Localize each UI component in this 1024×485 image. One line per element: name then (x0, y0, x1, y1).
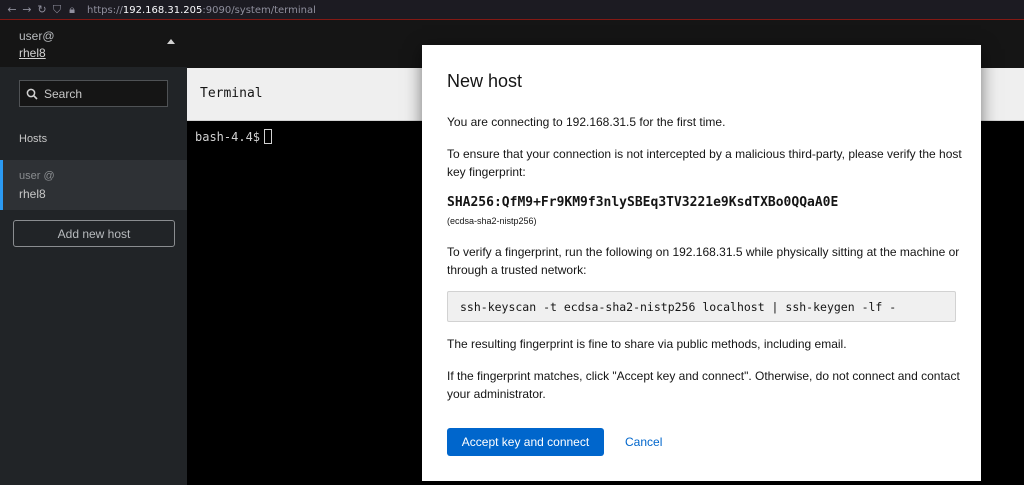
switcher-user: user@ (19, 29, 55, 43)
host-switcher[interactable]: user@ rhel8 (0, 20, 187, 67)
shield-icon: ⛉ (52, 3, 62, 16)
page-title: Terminal (200, 86, 263, 101)
new-host-dialog: New host You are connecting to 192.168.3… (422, 45, 981, 481)
intro-text: You are connecting to 192.168.31.5 for t… (447, 115, 726, 129)
matches-text: If the fingerprint matches, click "Accep… (447, 369, 960, 401)
search-placeholder: Search (44, 86, 83, 101)
dialog-title: New host (447, 71, 523, 91)
url-bar[interactable]: https://192.168.31.205:9090/system/termi… (87, 5, 316, 16)
terminal-prompt: bash-4.4$ (195, 129, 273, 144)
ensure-text: To ensure that your connection is not in… (447, 147, 962, 179)
host-item-user: user @ (19, 170, 55, 182)
add-new-host-button[interactable]: Add new host (13, 220, 175, 247)
browser-toolbar: ← → ↻ ⛉ 🔒︎ https://192.168.31.205:9090/s… (0, 0, 1024, 20)
accept-key-button[interactable]: Accept key and connect (447, 428, 604, 456)
terminal-cursor (264, 129, 273, 144)
hosts-heading: Hosts (19, 133, 48, 145)
forward-icon[interactable]: → (21, 4, 33, 16)
prompt-text: bash-4.4$ (195, 130, 261, 144)
back-icon[interactable]: ← (6, 4, 18, 16)
lock-icon: 🔒︎ (69, 3, 75, 16)
host-item-host: rhel8 (19, 187, 46, 201)
search-icon (26, 88, 38, 100)
verify-command: ssh-keyscan -t ecdsa-sha2-nistp256 local… (447, 291, 956, 322)
sidebar: user@ rhel8 Search Hosts user @ rhel8 Ad… (0, 20, 187, 485)
caret-up-icon (167, 39, 175, 44)
switcher-host: rhel8 (19, 46, 46, 60)
cancel-button[interactable]: Cancel (625, 428, 662, 456)
host-item-rhel8[interactable]: user @ rhel8 (0, 160, 187, 210)
url-rest: :9090/system/terminal (202, 4, 316, 16)
verify-text: To verify a fingerprint, run the followi… (447, 245, 960, 277)
share-text: The resulting fingerprint is fine to sha… (447, 337, 847, 351)
fingerprint-value: SHA256:QfM9+Fr9KM9f3nlySBEq3TV3221e9KsdT… (447, 195, 839, 210)
url-host: 192.168.31.205 (122, 4, 203, 16)
reload-icon[interactable]: ↻ (36, 4, 48, 16)
url-prefix: https:// (87, 4, 123, 16)
search-input[interactable]: Search (19, 80, 168, 107)
fingerprint-type: (ecdsa-sha2-nistp256) (447, 216, 537, 226)
